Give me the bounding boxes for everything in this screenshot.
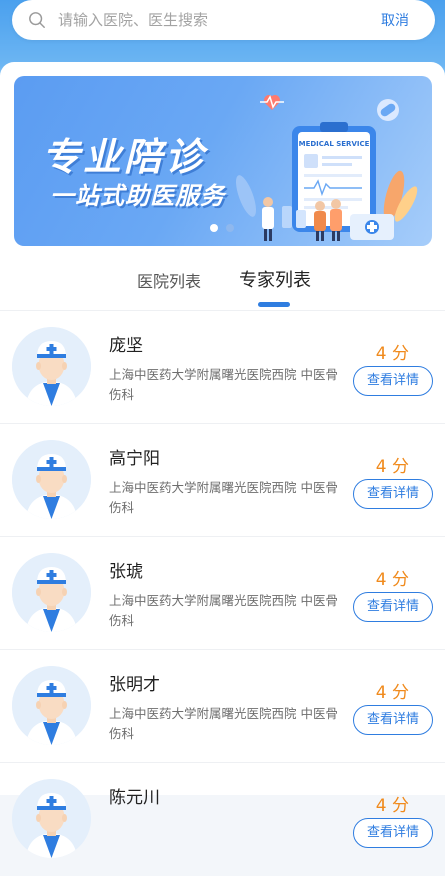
tab-hospital-list[interactable]: 医院列表: [137, 268, 201, 292]
promo-banner[interactable]: MEDICAL SERVICE 专业陪诊 一站式助医服务: [14, 76, 432, 246]
doctor-score: 4 分: [375, 683, 409, 703]
doctor-row[interactable]: 张明才 上海中医药大学附属曙光医院西院 中医骨伤科 4 分 查看详情: [0, 649, 445, 763]
doctor-avatar: [12, 779, 91, 858]
view-details-button[interactable]: 查看详情: [353, 366, 433, 396]
doctor-avatar-icon: [12, 666, 91, 745]
doctor-name: 陈元川: [109, 788, 160, 808]
doctor-hospital: 上海中医药大学附属曙光医院西院 中医骨伤科: [109, 593, 338, 628]
carousel-indicator: [210, 224, 234, 232]
search-bar: 取消: [12, 0, 435, 40]
doctor-hospital: 上海中医药大学附属曙光医院西院 中医骨伤科: [109, 480, 338, 515]
view-details-button[interactable]: 查看详情: [353, 592, 433, 622]
doctor-name: 张琥: [109, 562, 143, 582]
doctor-avatar-icon: [12, 440, 91, 519]
active-tab-indicator: [258, 302, 290, 307]
carousel-dot-2[interactable]: [226, 224, 234, 232]
doctor-avatar-icon: [12, 553, 91, 632]
view-details-button[interactable]: 查看详情: [353, 479, 433, 509]
doctor-avatar: [12, 440, 91, 519]
banner-title: 专业陪诊: [42, 135, 207, 179]
doctor-row[interactable]: 庞坚 上海中医药大学附属曙光医院西院 中医骨伤科 4 分 查看详情: [0, 310, 445, 424]
doctor-hospital: 上海中医药大学附属曙光医院西院 中医骨伤科: [109, 367, 338, 402]
doctor-row[interactable]: 张琥 上海中医药大学附属曙光医院西院 中医骨伤科 4 分 查看详情: [0, 536, 445, 650]
doctor-name: 张明才: [109, 675, 160, 695]
view-details-button[interactable]: 查看详情: [353, 705, 433, 735]
doctor-avatar: [12, 553, 91, 632]
doctor-hospital: 上海中医药大学附属曙光医院西院 中医骨伤科: [109, 706, 338, 741]
doctor-score: 4 分: [375, 457, 409, 477]
doctor-row[interactable]: 高宁阳 上海中医药大学附属曙光医院西院 中医骨伤科 4 分 查看详情: [0, 423, 445, 537]
list-tabs: 医院列表 专家列表: [0, 266, 445, 307]
doctor-score: 4 分: [375, 344, 409, 364]
doctor-row[interactable]: 陈元川 4 分 查看详情: [0, 762, 445, 876]
tab-expert-list[interactable]: 专家列表: [239, 266, 311, 292]
search-icon: [29, 12, 45, 28]
doctor-avatar: [12, 327, 91, 406]
doctor-avatar-icon: [12, 327, 91, 406]
doctor-name: 高宁阳: [109, 449, 160, 469]
card-label: MEDICAL SERVICE: [299, 140, 370, 148]
carousel-dot-1[interactable]: [210, 224, 218, 232]
search-input[interactable]: [58, 11, 381, 29]
doctor-avatar: [12, 666, 91, 745]
view-details-button[interactable]: 查看详情: [353, 818, 433, 848]
doctor-avatar-icon: [12, 779, 91, 858]
banner-subtitle: 一站式助医服务: [50, 182, 225, 210]
doctor-score: 4 分: [375, 570, 409, 590]
doctor-name: 庞坚: [109, 336, 143, 356]
cancel-button[interactable]: 取消: [381, 10, 409, 30]
